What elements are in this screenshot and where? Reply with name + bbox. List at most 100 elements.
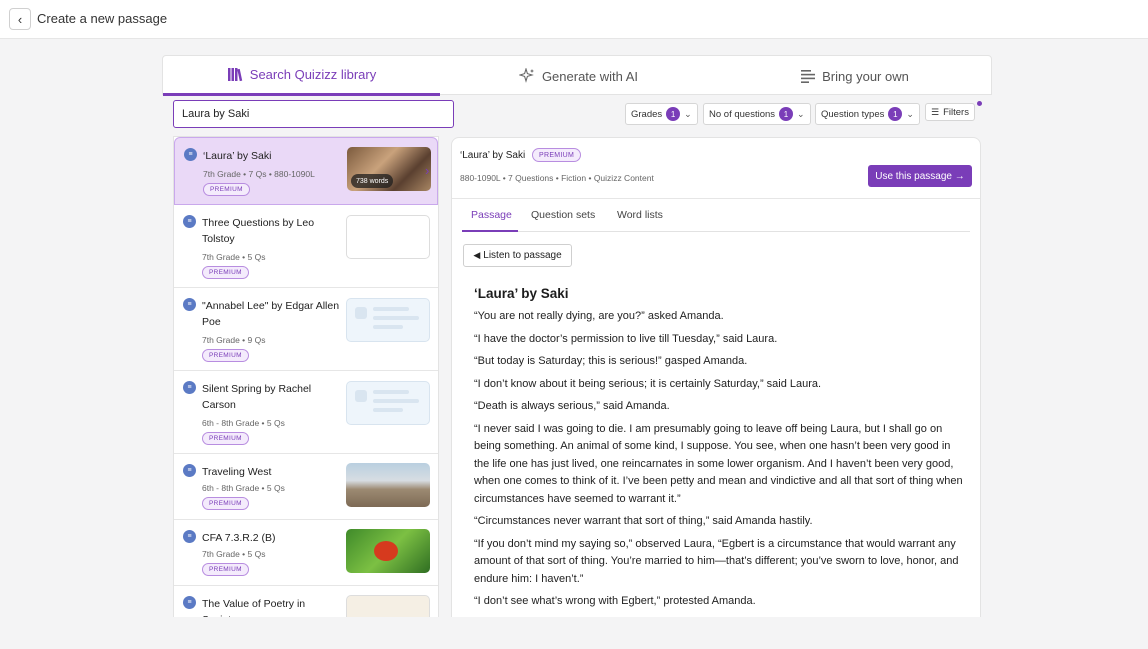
text-lines-icon	[801, 69, 816, 83]
premium-badge: PREMIUM	[202, 563, 249, 576]
filter-count-badge: 1	[779, 107, 794, 121]
list-item[interactable]: ≡ "Annabel Lee" by Edgar Allen Poe 7th G…	[174, 288, 438, 371]
passage-icon: ≡	[184, 148, 197, 161]
passage-paragraph: “Death is always serious,” said Amanda.	[474, 400, 670, 412]
passage-detail-panel: ‘Laura’ by Saki PREMIUM 880-1090L • 7 Qu…	[451, 137, 981, 617]
tab-divider	[462, 231, 970, 232]
passage-icon: ≡	[183, 464, 196, 477]
premium-badge: PREMIUM	[532, 148, 582, 162]
chevron-down-icon: ⌄	[906, 108, 914, 119]
passage-thumbnail	[346, 529, 430, 573]
filter-label: Filters	[943, 106, 969, 118]
detail-title: ‘Laura’ by Saki	[460, 150, 526, 161]
passage-thumbnail	[346, 595, 430, 617]
tab-label: Bring your own	[822, 68, 909, 84]
filter-label: No of questions	[709, 108, 776, 120]
passage-icon: ≡	[183, 596, 196, 609]
filter-count-badge: 1	[666, 107, 681, 121]
item-meta: 6th - 8th Grade • 5 Qs	[202, 483, 285, 493]
passage-paragraph: “I don’t know about it being serious; it…	[474, 377, 822, 390]
passage-thumbnail	[346, 463, 430, 507]
item-title: "Annabel Lee" by Edgar Allen Poe	[202, 300, 340, 328]
premium-badge: PREMIUM	[202, 497, 249, 510]
divider	[452, 198, 980, 199]
chevron-right-icon[interactable]: ›	[425, 163, 429, 178]
chevron-down-icon: ⌄	[797, 108, 805, 119]
list-item[interactable]: ≡ ‘Laura’ by Saki 7th Grade • 7 Qs • 880…	[174, 137, 438, 205]
list-item[interactable]: ≡ The Value of Poetry in Society	[174, 586, 438, 617]
page-title: Create a new passage	[37, 11, 168, 26]
tab-label: Search Quizizz library	[249, 67, 377, 82]
item-title: Three Questions by Leo Tolstoy	[202, 217, 315, 245]
item-title: ‘Laura’ by Saki	[203, 150, 272, 162]
item-meta: 7th Grade • 7 Qs • 880-1090L	[203, 169, 315, 179]
passage-paragraph: “You are not really dying, are you?” ask…	[474, 310, 724, 322]
passage-icon: ≡	[183, 530, 196, 543]
grades-filter[interactable]: Grades 1 ⌄	[625, 103, 698, 125]
item-title: The Value of Poetry in Society	[202, 598, 306, 617]
passage-heading: ‘Laura’ by Saki	[474, 286, 569, 301]
list-item[interactable]: ≡ Silent Spring by Rachel Carson 6th - 8…	[174, 371, 438, 454]
word-count-label: 738 words	[351, 174, 394, 188]
passage-paragraph: “Circumstances never warrant that sort o…	[474, 515, 813, 527]
tab-word-lists[interactable]: Word lists	[617, 209, 663, 221]
results-list: ≡ ‘Laura’ by Saki 7th Grade • 7 Qs • 880…	[173, 136, 439, 617]
use-passage-button[interactable]: Use this passage →	[868, 165, 972, 187]
tab-bring-your-own[interactable]: Bring your own	[717, 56, 993, 96]
tab-passage[interactable]: Passage	[471, 209, 512, 221]
passage-paragraph: “I never said I was going to die. I am p…	[474, 422, 963, 505]
passage-paragraph: “But today is Saturday; this is serious!…	[474, 355, 748, 367]
source-tabs: Search Quizizz library Generate with AI …	[162, 55, 993, 96]
page-footer-area	[0, 617, 1148, 649]
question-types-filter[interactable]: Question types 1 ⌄	[815, 103, 920, 125]
item-meta: 7th Grade • 9 Qs	[202, 335, 266, 345]
tab-question-sets[interactable]: Question sets	[531, 209, 595, 221]
item-title: CFA 7.3.R.2 (B)	[202, 532, 276, 544]
premium-badge: PREMIUM	[202, 266, 249, 279]
filters-button[interactable]: ☰ Filters	[925, 103, 975, 121]
chevron-down-icon: ⌄	[684, 108, 692, 119]
placeholder-thumbnail	[346, 381, 430, 425]
item-meta: 6th - 8th Grade • 5 Qs	[202, 418, 285, 428]
listen-button[interactable]: ◀ Listen to passage	[463, 244, 572, 267]
chevron-left-icon: ‹	[17, 11, 23, 27]
library-icon	[227, 68, 243, 82]
placeholder-thumbnail	[346, 298, 430, 342]
passage-paragraph: “I have the doctor’s permission to live …	[474, 332, 778, 345]
premium-badge: PREMIUM	[203, 183, 250, 196]
filter-count-badge: 1	[888, 107, 903, 121]
passage-icon: ≡	[183, 215, 196, 228]
back-button[interactable]: ‹	[9, 8, 31, 30]
passage-icon: ≡	[183, 298, 196, 311]
item-title: Silent Spring by Rachel Carson	[202, 383, 312, 411]
passage-thumbnail: 738 words	[347, 147, 431, 191]
passage-paragraph: “I don’t see what’s wrong with Egbert,” …	[474, 595, 756, 607]
passage-thumbnail	[346, 215, 430, 259]
top-bar: ‹ Create a new passage	[0, 0, 1148, 39]
listen-label: Listen to passage	[483, 250, 562, 261]
tab-label: Generate with AI	[541, 68, 639, 84]
list-item[interactable]: ≡ CFA 7.3.R.2 (B) 7th Grade • 5 Qs PREMI…	[174, 520, 438, 586]
item-meta: 7th Grade • 5 Qs	[202, 252, 266, 262]
questions-filter[interactable]: No of questions 1 ⌄	[703, 103, 811, 125]
detail-meta: 880-1090L • 7 Questions • Fiction • Quiz…	[460, 173, 654, 183]
sparkle-icon	[518, 68, 534, 83]
passage-text: ‘Laura’ by Saki “You are not really dyin…	[474, 286, 964, 616]
tab-search-library[interactable]: Search Quizizz library	[163, 56, 440, 96]
passage-paragraph: “If you don’t mind my saying so,” observ…	[474, 537, 959, 585]
premium-badge: PREMIUM	[202, 432, 249, 445]
filter-active-dot	[977, 101, 982, 106]
tab-generate-ai[interactable]: Generate with AI	[440, 56, 717, 96]
filter-label: Grades	[631, 108, 663, 120]
passage-icon: ≡	[183, 381, 196, 394]
sliders-icon: ☰	[931, 106, 940, 117]
filter-label: Question types	[821, 108, 885, 120]
search-input[interactable]	[173, 100, 454, 128]
active-tab-indicator	[462, 230, 518, 232]
premium-badge: PREMIUM	[202, 349, 249, 362]
item-meta: 7th Grade • 5 Qs	[202, 549, 266, 559]
list-item[interactable]: ≡ Three Questions by Leo Tolstoy 7th Gra…	[174, 205, 438, 288]
list-item[interactable]: ≡ Traveling West 6th - 8th Grade • 5 Qs …	[174, 454, 438, 520]
speaker-icon: ◀	[473, 250, 481, 260]
item-title: Traveling West	[202, 466, 272, 478]
